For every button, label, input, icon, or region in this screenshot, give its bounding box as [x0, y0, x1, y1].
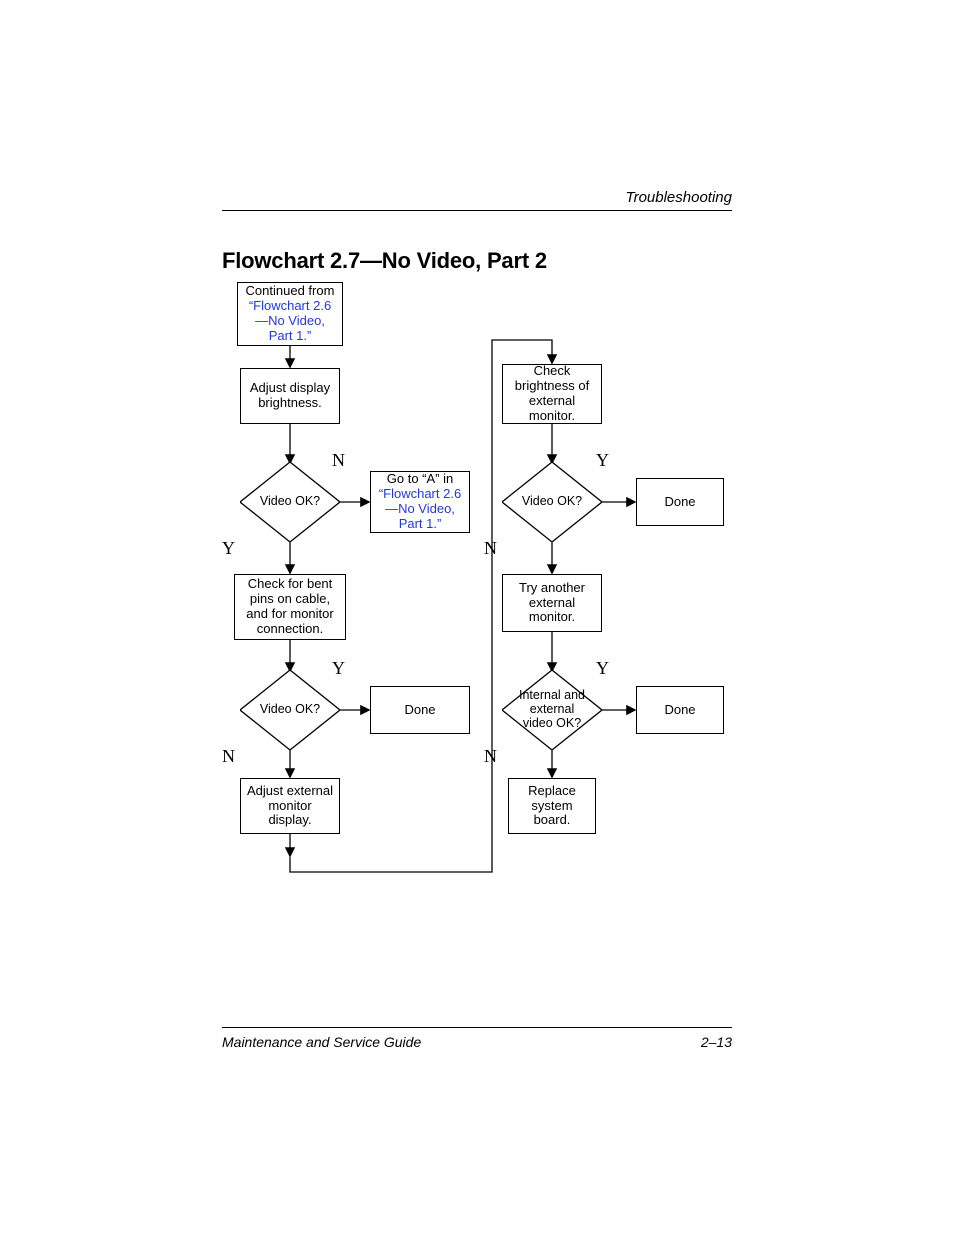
- footer-right: 2–13: [701, 1034, 732, 1050]
- branch-label-y-4: Y: [596, 658, 609, 679]
- text-adjust-external: Adjust external monitor display.: [247, 784, 333, 829]
- decision-video-ok-2: Video OK?: [240, 670, 340, 750]
- header-section: Troubleshooting: [626, 189, 732, 206]
- footer-rule: [222, 1027, 732, 1028]
- box-goto-a: Go to “A” in “Flowchart 2.6—No Video, Pa…: [370, 471, 470, 533]
- decision-video-ok-3: Video OK?: [502, 462, 602, 542]
- text-goto-a: Go to “A” in “Flowchart 2.6—No Video, Pa…: [377, 472, 463, 532]
- header-rule: [222, 210, 732, 211]
- text-check-brightness-external: Check brightness of external monitor.: [509, 364, 595, 424]
- box-adjust-display-brightness: Adjust display brightness.: [240, 368, 340, 424]
- text-continued-from: Continued from “Flowchart 2.6—No Video, …: [244, 284, 336, 344]
- text-adjust-display: Adjust display brightness.: [247, 381, 333, 411]
- text-try-another: Try another external monitor.: [509, 581, 595, 626]
- branch-label-n-1: N: [332, 450, 345, 471]
- footer-left: Maintenance and Service Guide: [222, 1034, 421, 1050]
- branch-label-n-3: N: [484, 538, 497, 559]
- text-video-ok-3: Video OK?: [502, 462, 602, 542]
- text-video-ok-1: Video OK?: [240, 462, 340, 542]
- branch-label-y-1: Y: [222, 538, 235, 559]
- page: Troubleshooting Flowchart 2.7—No Video, …: [0, 0, 954, 1235]
- decision-video-ok-1: Video OK?: [240, 462, 340, 542]
- branch-label-n-2: N: [222, 746, 235, 767]
- text-check-bent-pins: Check for bent pins on cable, and for mo…: [241, 577, 339, 637]
- link-flowchart-2-6[interactable]: “Flowchart 2.6—No Video, Part 1.”: [249, 298, 331, 343]
- text-video-ok-2: Video OK?: [240, 670, 340, 750]
- branch-label-n-4: N: [484, 746, 497, 767]
- decision-internal-external-ok: Internal and external video OK?: [502, 670, 602, 750]
- text-done-left: Done: [404, 703, 435, 718]
- box-done-left: Done: [370, 686, 470, 734]
- box-adjust-external: Adjust external monitor display.: [240, 778, 340, 834]
- box-try-another-monitor: Try another external monitor.: [502, 574, 602, 632]
- box-continued-from: Continued from “Flowchart 2.6—No Video, …: [237, 282, 343, 346]
- text-int-ext-ok: Internal and external video OK?: [502, 670, 602, 750]
- text-done-right-1: Done: [664, 495, 695, 510]
- link-flowchart-2-6-a[interactable]: “Flowchart 2.6—No Video, Part 1.”: [379, 486, 461, 531]
- flowchart: Continued from “Flowchart 2.6—No Video, …: [222, 282, 732, 878]
- text-replace-board: Replace system board.: [515, 784, 589, 829]
- branch-label-y-2: Y: [332, 658, 345, 679]
- box-replace-system-board: Replace system board.: [508, 778, 596, 834]
- branch-label-y-3: Y: [596, 450, 609, 471]
- page-title: Flowchart 2.7—No Video, Part 2: [222, 248, 547, 274]
- box-done-right-2: Done: [636, 686, 724, 734]
- box-check-bent-pins: Check for bent pins on cable, and for mo…: [234, 574, 346, 640]
- box-done-right-1: Done: [636, 478, 724, 526]
- text-done-right-2: Done: [664, 703, 695, 718]
- box-check-brightness-external: Check brightness of external monitor.: [502, 364, 602, 424]
